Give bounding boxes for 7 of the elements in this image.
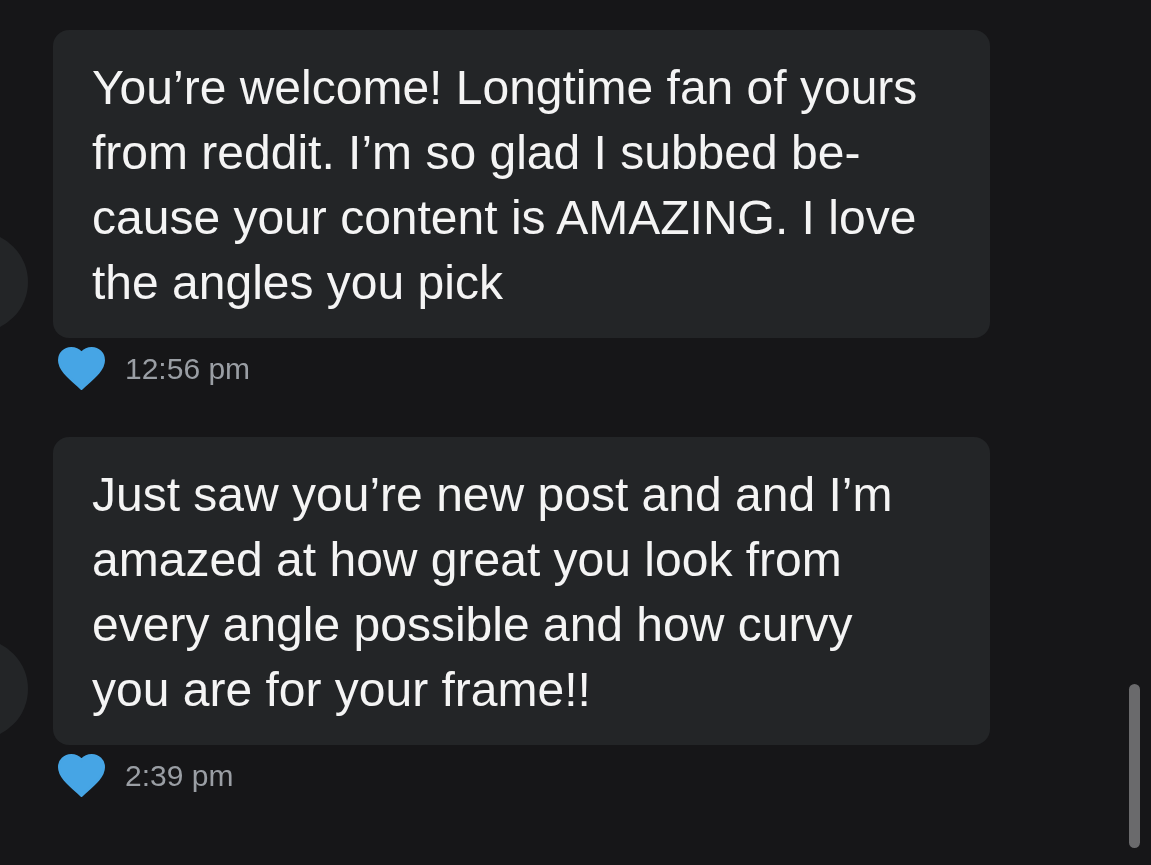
scrollbar-thumb[interactable] — [1129, 684, 1140, 848]
message-text: You’re welcome! Longtime fan of yours from reddit. I’m so glad I subbed be- cause your content is AMAZING. I love the angles you pick — [92, 60, 919, 311]
message-time: 2:39 pm — [125, 757, 234, 794]
heart-icon[interactable] — [58, 347, 105, 390]
message-time: 12:56 pm — [125, 350, 251, 387]
message-text: Just saw you’re new post and and I’m amazed at how great you look from every angle possible and how curvy you are for your frame!! — [92, 467, 894, 718]
heart-icon[interactable] — [58, 754, 105, 797]
